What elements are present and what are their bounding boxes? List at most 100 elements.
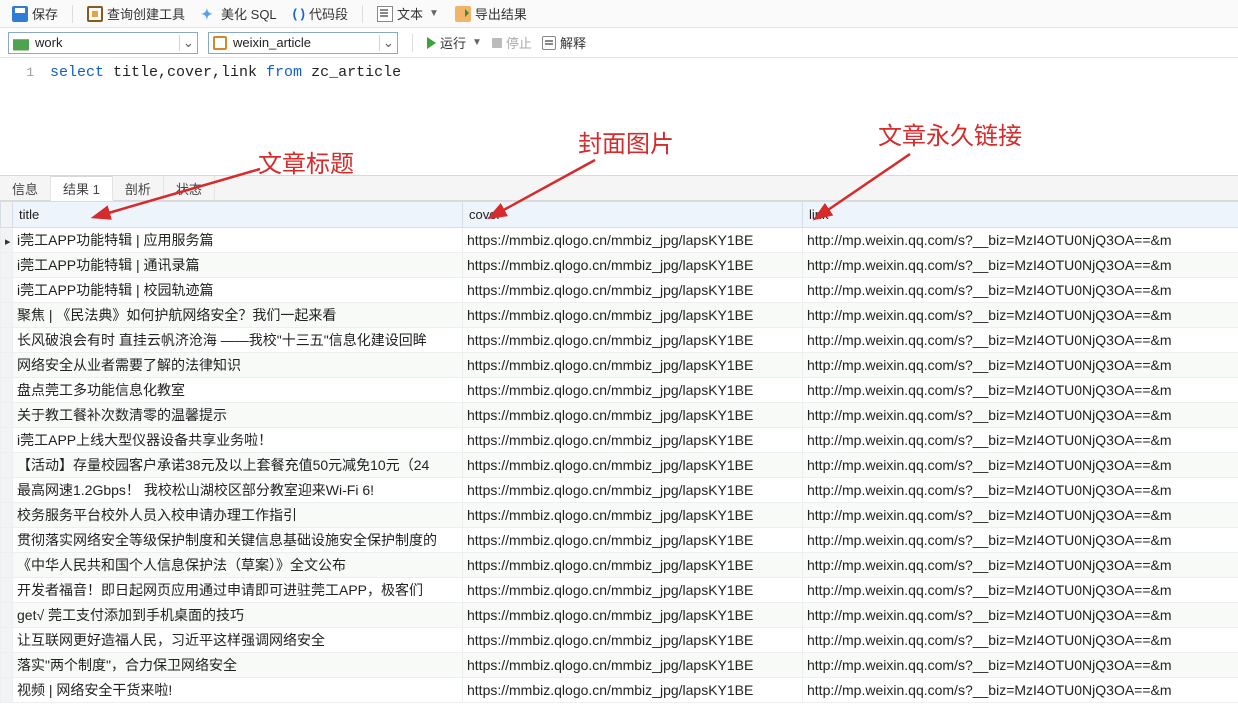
explain-button[interactable]: 解释 bbox=[542, 33, 586, 52]
cell-cover[interactable]: https://mmbiz.qlogo.cn/mmbiz_jpg/lapsKY1… bbox=[463, 503, 803, 528]
table-row[interactable]: 贯彻落实网络安全等级保护制度和关键信息基础设施安全保护制度的https://mm… bbox=[1, 528, 1238, 553]
row-header[interactable] bbox=[1, 603, 13, 628]
cell-link[interactable]: http://mp.weixin.qq.com/s?__biz=MzI4OTU0… bbox=[803, 603, 1238, 628]
table-row[interactable]: 视频 | 网络安全干货来啦!https://mmbiz.qlogo.cn/mmb… bbox=[1, 678, 1238, 703]
table-row[interactable]: 网络安全从业者需要了解的法律知识https://mmbiz.qlogo.cn/m… bbox=[1, 353, 1238, 378]
table-row[interactable]: i莞工APP功能特辑 | 应用服务篇https://mmbiz.qlogo.cn… bbox=[1, 228, 1238, 253]
table-row[interactable]: 落实"两个制度"，合力保卫网络安全https://mmbiz.qlogo.cn/… bbox=[1, 653, 1238, 678]
table-row[interactable]: 让互联网更好造福人民，习近平这样强调网络安全https://mmbiz.qlog… bbox=[1, 628, 1238, 653]
cell-cover[interactable]: https://mmbiz.qlogo.cn/mmbiz_jpg/lapsKY1… bbox=[463, 303, 803, 328]
row-header[interactable] bbox=[1, 628, 13, 653]
table-row[interactable]: get√ 莞工支付添加到手机桌面的技巧https://mmbiz.qlogo.c… bbox=[1, 603, 1238, 628]
result-grid-wrap[interactable]: title cover link i莞工APP功能特辑 | 应用服务篇https… bbox=[0, 201, 1238, 707]
save-button[interactable]: 保存 bbox=[6, 2, 64, 25]
cell-cover[interactable]: https://mmbiz.qlogo.cn/mmbiz_jpg/lapsKY1… bbox=[463, 378, 803, 403]
cell-cover[interactable]: https://mmbiz.qlogo.cn/mmbiz_jpg/lapsKY1… bbox=[463, 228, 803, 253]
col-link[interactable]: link bbox=[803, 202, 1238, 228]
table-row[interactable]: 盘点莞工多功能信息化教室https://mmbiz.qlogo.cn/mmbiz… bbox=[1, 378, 1238, 403]
dropdown-icon[interactable]: ⌄ bbox=[379, 35, 397, 51]
cell-link[interactable]: http://mp.weixin.qq.com/s?__biz=MzI4OTU0… bbox=[803, 678, 1238, 703]
row-header[interactable] bbox=[1, 253, 13, 278]
cell-title[interactable]: i莞工APP功能特辑 | 通讯录篇 bbox=[13, 253, 463, 278]
cell-cover[interactable]: https://mmbiz.qlogo.cn/mmbiz_jpg/lapsKY1… bbox=[463, 528, 803, 553]
table-row[interactable]: 关于教工餐补次数清零的温馨提示https://mmbiz.qlogo.cn/mm… bbox=[1, 403, 1238, 428]
table-row[interactable]: i莞工APP功能特辑 | 校园轨迹篇https://mmbiz.qlogo.cn… bbox=[1, 278, 1238, 303]
row-header[interactable] bbox=[1, 278, 13, 303]
cell-link[interactable]: http://mp.weixin.qq.com/s?__biz=MzI4OTU0… bbox=[803, 253, 1238, 278]
cell-title[interactable]: get√ 莞工支付添加到手机桌面的技巧 bbox=[13, 603, 463, 628]
cell-cover[interactable]: https://mmbiz.qlogo.cn/mmbiz_jpg/lapsKY1… bbox=[463, 253, 803, 278]
cell-link[interactable]: http://mp.weixin.qq.com/s?__biz=MzI4OTU0… bbox=[803, 653, 1238, 678]
dropdown-icon[interactable]: ⌄ bbox=[179, 35, 197, 51]
cell-title[interactable]: 贯彻落实网络安全等级保护制度和关键信息基础设施安全保护制度的 bbox=[13, 528, 463, 553]
cell-link[interactable]: http://mp.weixin.qq.com/s?__biz=MzI4OTU0… bbox=[803, 328, 1238, 353]
cell-link[interactable]: http://mp.weixin.qq.com/s?__biz=MzI4OTU0… bbox=[803, 403, 1238, 428]
col-title[interactable]: title bbox=[13, 202, 463, 228]
table-row[interactable]: 最高网速1.2Gbps！ 我校松山湖校区部分教室迎来Wi-Fi 6!https:… bbox=[1, 478, 1238, 503]
row-header[interactable] bbox=[1, 403, 13, 428]
cell-title[interactable]: 聚焦 | 《民法典》如何护航网络安全？我们一起来看 bbox=[13, 303, 463, 328]
cell-cover[interactable]: https://mmbiz.qlogo.cn/mmbiz_jpg/lapsKY1… bbox=[463, 428, 803, 453]
cell-link[interactable]: http://mp.weixin.qq.com/s?__biz=MzI4OTU0… bbox=[803, 478, 1238, 503]
snippet-button[interactable]: ( ) 代码段 bbox=[287, 2, 354, 25]
database-combo[interactable]: work ⌄ bbox=[8, 32, 198, 54]
beautify-sql-button[interactable]: ✦ 美化 SQL bbox=[195, 2, 283, 25]
row-header[interactable] bbox=[1, 553, 13, 578]
cell-cover[interactable]: https://mmbiz.qlogo.cn/mmbiz_jpg/lapsKY1… bbox=[463, 678, 803, 703]
col-cover[interactable]: cover bbox=[463, 202, 803, 228]
tab-status[interactable]: 状态 bbox=[164, 176, 215, 200]
cell-link[interactable]: http://mp.weixin.qq.com/s?__biz=MzI4OTU0… bbox=[803, 353, 1238, 378]
cell-title[interactable]: i莞工APP功能特辑 | 校园轨迹篇 bbox=[13, 278, 463, 303]
cell-title[interactable]: 最高网速1.2Gbps！ 我校松山湖校区部分教室迎来Wi-Fi 6! bbox=[13, 478, 463, 503]
table-row[interactable]: i莞工APP上线大型仪器设备共享业务啦！https://mmbiz.qlogo.… bbox=[1, 428, 1238, 453]
table-row[interactable]: 聚焦 | 《民法典》如何护航网络安全？我们一起来看https://mmbiz.q… bbox=[1, 303, 1238, 328]
row-header[interactable] bbox=[1, 228, 13, 253]
table-row[interactable]: 《中华人民共和国个人信息保护法（草案）》全文公布https://mmbiz.ql… bbox=[1, 553, 1238, 578]
cell-link[interactable]: http://mp.weixin.qq.com/s?__biz=MzI4OTU0… bbox=[803, 428, 1238, 453]
row-header[interactable] bbox=[1, 528, 13, 553]
dropdown-icon[interactable]: ▼ bbox=[472, 37, 482, 48]
result-grid[interactable]: title cover link i莞工APP功能特辑 | 应用服务篇https… bbox=[0, 201, 1238, 703]
run-button[interactable]: 运行 ▼ bbox=[427, 33, 482, 52]
cell-cover[interactable]: https://mmbiz.qlogo.cn/mmbiz_jpg/lapsKY1… bbox=[463, 328, 803, 353]
table-row[interactable]: 【活动】存量校园客户承诺38元及以上套餐充值50元减免10元（24https:/… bbox=[1, 453, 1238, 478]
export-button[interactable]: 导出结果 bbox=[449, 2, 533, 25]
cell-link[interactable]: http://mp.weixin.qq.com/s?__biz=MzI4OTU0… bbox=[803, 278, 1238, 303]
cell-cover[interactable]: https://mmbiz.qlogo.cn/mmbiz_jpg/lapsKY1… bbox=[463, 628, 803, 653]
cell-cover[interactable]: https://mmbiz.qlogo.cn/mmbiz_jpg/lapsKY1… bbox=[463, 603, 803, 628]
cell-cover[interactable]: https://mmbiz.qlogo.cn/mmbiz_jpg/lapsKY1… bbox=[463, 453, 803, 478]
cell-title[interactable]: 长风破浪会有时 直挂云帆济沧海 ——我校"十三五"信息化建设回眸 bbox=[13, 328, 463, 353]
tab-profile[interactable]: 剖析 bbox=[113, 176, 164, 200]
row-header[interactable] bbox=[1, 503, 13, 528]
cell-title[interactable]: 让互联网更好造福人民，习近平这样强调网络安全 bbox=[13, 628, 463, 653]
cell-title[interactable]: 关于教工餐补次数清零的温馨提示 bbox=[13, 403, 463, 428]
row-header[interactable] bbox=[1, 378, 13, 403]
cell-link[interactable]: http://mp.weixin.qq.com/s?__biz=MzI4OTU0… bbox=[803, 553, 1238, 578]
cell-cover[interactable]: https://mmbiz.qlogo.cn/mmbiz_jpg/lapsKY1… bbox=[463, 403, 803, 428]
cell-title[interactable]: 落实"两个制度"，合力保卫网络安全 bbox=[13, 653, 463, 678]
row-header[interactable] bbox=[1, 653, 13, 678]
tab-info[interactable]: 信息 bbox=[0, 176, 51, 200]
cell-cover[interactable]: https://mmbiz.qlogo.cn/mmbiz_jpg/lapsKY1… bbox=[463, 353, 803, 378]
row-header[interactable] bbox=[1, 478, 13, 503]
cell-link[interactable]: http://mp.weixin.qq.com/s?__biz=MzI4OTU0… bbox=[803, 628, 1238, 653]
cell-title[interactable]: 【活动】存量校园客户承诺38元及以上套餐充值50元减免10元（24 bbox=[13, 453, 463, 478]
cell-title[interactable]: 《中华人民共和国个人信息保护法（草案）》全文公布 bbox=[13, 553, 463, 578]
row-header[interactable] bbox=[1, 578, 13, 603]
cell-title[interactable]: 盘点莞工多功能信息化教室 bbox=[13, 378, 463, 403]
editor-code[interactable]: select title,cover,link from zc_article bbox=[50, 58, 1238, 84]
cell-link[interactable]: http://mp.weixin.qq.com/s?__biz=MzI4OTU0… bbox=[803, 378, 1238, 403]
cell-cover[interactable]: https://mmbiz.qlogo.cn/mmbiz_jpg/lapsKY1… bbox=[463, 478, 803, 503]
row-header[interactable] bbox=[1, 328, 13, 353]
cell-cover[interactable]: https://mmbiz.qlogo.cn/mmbiz_jpg/lapsKY1… bbox=[463, 278, 803, 303]
cell-link[interactable]: http://mp.weixin.qq.com/s?__biz=MzI4OTU0… bbox=[803, 453, 1238, 478]
cell-title[interactable]: i莞工APP功能特辑 | 应用服务篇 bbox=[13, 228, 463, 253]
query-builder-button[interactable]: 查询创建工具 bbox=[81, 2, 191, 25]
table-combo[interactable]: weixin_article ⌄ bbox=[208, 32, 398, 54]
table-row[interactable]: 开发者福音！即日起网页应用通过申请即可进驻莞工APP，极客们https://mm… bbox=[1, 578, 1238, 603]
cell-cover[interactable]: https://mmbiz.qlogo.cn/mmbiz_jpg/lapsKY1… bbox=[463, 553, 803, 578]
table-row[interactable]: i莞工APP功能特辑 | 通讯录篇https://mmbiz.qlogo.cn/… bbox=[1, 253, 1238, 278]
row-header[interactable] bbox=[1, 303, 13, 328]
row-header[interactable] bbox=[1, 353, 13, 378]
table-row[interactable]: 校务服务平台校外人员入校申请办理工作指引https://mmbiz.qlogo.… bbox=[1, 503, 1238, 528]
